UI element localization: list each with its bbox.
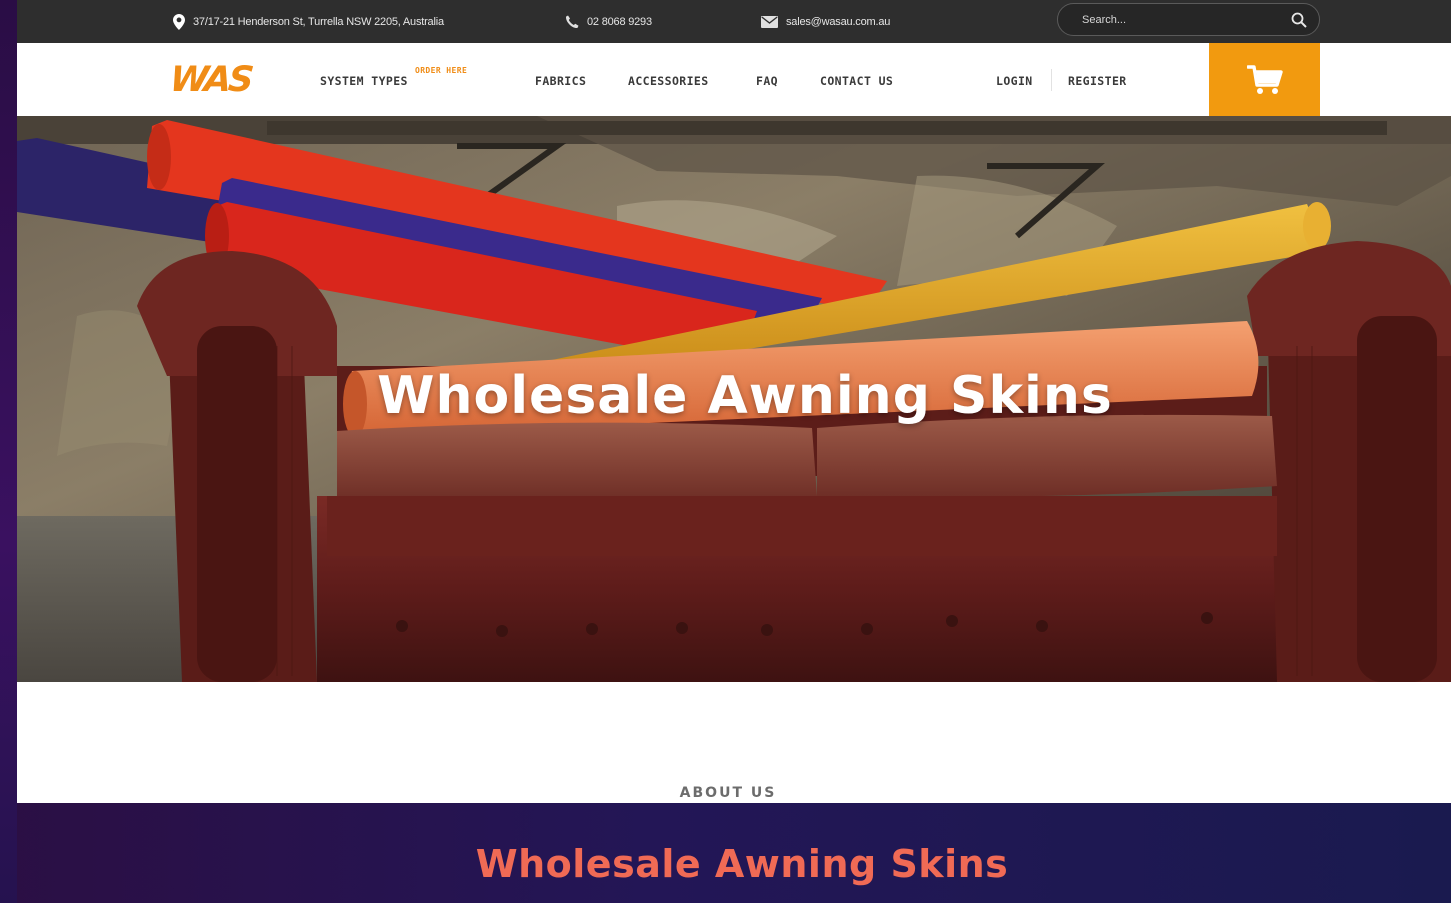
nav-divider [1051, 69, 1052, 91]
page-background-strip [0, 0, 17, 903]
search-icon[interactable] [1291, 12, 1307, 28]
about-us-label: ABOUT US [679, 785, 777, 801]
nav-accessories[interactable]: ACCESSORIES [628, 74, 709, 88]
nav-contact-us[interactable]: CONTACT US [820, 74, 893, 88]
website-frame: 37/17-21 Henderson St, Turrella NSW 2205… [17, 0, 1451, 803]
top-info-bar: 37/17-21 Henderson St, Turrella NSW 2205… [17, 0, 1451, 43]
email-icon [761, 15, 778, 28]
site-logo[interactable]: WAS [168, 60, 253, 100]
main-navigation: WAS SYSTEM TYPES ORDER HERE FABRICS ACCE… [17, 43, 1451, 116]
search-input[interactable] [1082, 13, 1291, 26]
order-here-badge[interactable]: ORDER HERE [415, 66, 467, 75]
hero-title: Wholesale Awning Skins [377, 366, 1113, 426]
phone-info[interactable]: 02 8068 9293 [565, 0, 652, 43]
map-pin-icon [173, 13, 185, 30]
section-title: Wholesale Awning Skins [475, 842, 1009, 886]
search-box [1057, 3, 1320, 36]
email-text[interactable]: sales@wasau.com.au [786, 16, 890, 28]
phone-icon [565, 15, 579, 28]
nav-system-types[interactable]: SYSTEM TYPES [320, 74, 408, 88]
email-info[interactable]: sales@wasau.com.au [761, 0, 890, 43]
address-text: 37/17-21 Henderson St, Turrella NSW 2205… [193, 15, 444, 28]
address-info: 37/17-21 Henderson St, Turrella NSW 2205… [173, 0, 444, 43]
hero-banner: Wholesale Awning Skins [17, 116, 1451, 682]
nav-faq[interactable]: FAQ [756, 74, 778, 88]
phone-text[interactable]: 02 8068 9293 [587, 16, 652, 28]
nav-register[interactable]: REGISTER [1068, 74, 1127, 88]
cart-icon [1246, 64, 1283, 94]
nav-fabrics[interactable]: FABRICS [535, 74, 586, 88]
nav-login[interactable]: LOGIN [996, 74, 1033, 88]
cart-button[interactable] [1209, 43, 1320, 116]
